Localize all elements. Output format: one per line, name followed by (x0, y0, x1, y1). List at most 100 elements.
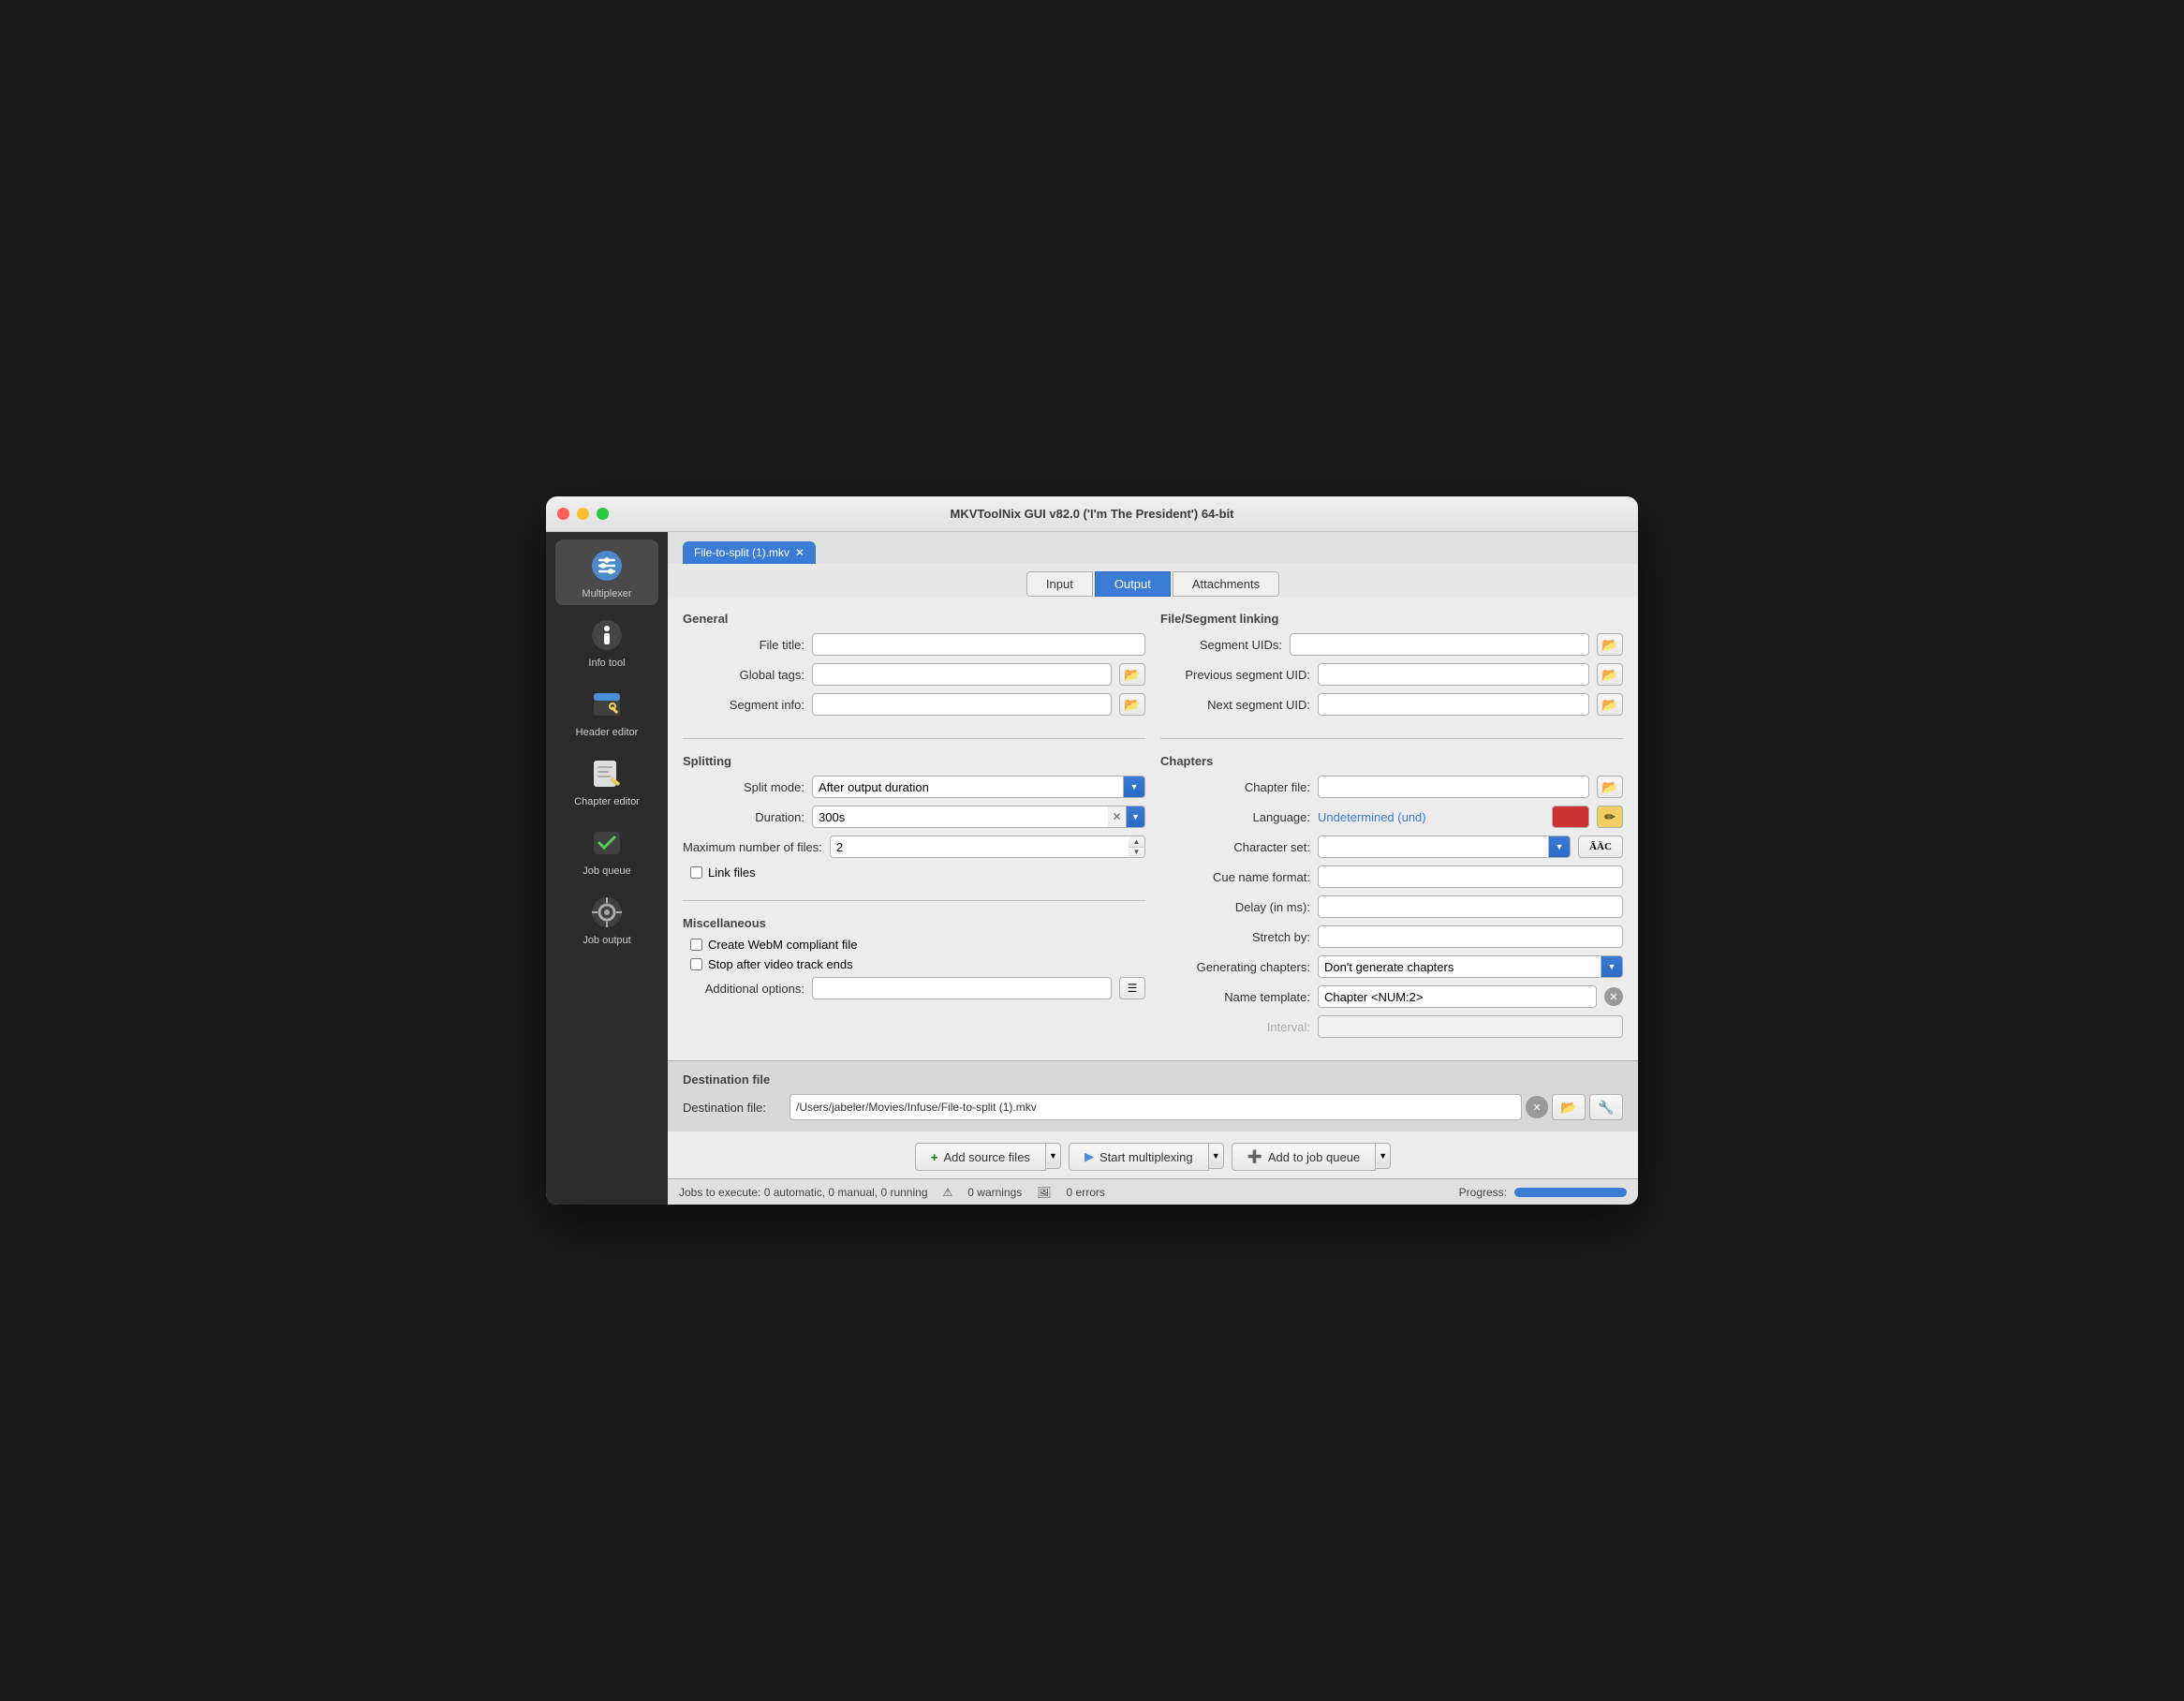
add-source-files-arrow-button[interactable]: ▼ (1046, 1143, 1061, 1169)
destination-row: Destination file: ✕ 📂 🔧 (683, 1094, 1623, 1120)
max-files-label: Maximum number of files: (683, 840, 822, 854)
warnings-count: 0 warnings (967, 1186, 1022, 1199)
segment-info-label: Segment info: (683, 698, 804, 712)
stop-video-checkbox[interactable] (690, 958, 702, 970)
delay-input[interactable] (1318, 895, 1623, 918)
sidebar-item-multiplexer[interactable]: Multiplexer (555, 540, 658, 605)
language-edit-button[interactable]: ✏ (1597, 806, 1623, 828)
close-button[interactable] (557, 508, 569, 520)
prev-segment-uid-input[interactable] (1318, 663, 1589, 686)
generating-chapters-control: ▼ (1318, 955, 1623, 978)
sidebar-item-job-output[interactable]: Job output (555, 886, 658, 952)
duration-input[interactable] (812, 806, 1108, 828)
split-mode-input[interactable] (812, 776, 1123, 798)
divider-2 (683, 900, 1145, 901)
global-tags-label: Global tags: (683, 668, 804, 682)
chapters-title: Chapters (1160, 754, 1623, 768)
sidebar-item-info-tool[interactable]: Info tool (555, 609, 658, 674)
chevron-down-icon: ▼ (1130, 782, 1139, 791)
next-segment-uid-folder-button[interactable]: 📂 (1597, 693, 1623, 716)
additional-options-input[interactable] (812, 977, 1112, 999)
generating-chapters-input[interactable] (1318, 955, 1601, 978)
list-icon: ☰ (1128, 982, 1138, 995)
add-to-job-queue-button[interactable]: ➕ Add to job queue (1232, 1143, 1377, 1171)
destination-path-input[interactable] (789, 1094, 1522, 1120)
segment-info-input[interactable] (812, 693, 1112, 716)
splitting-section: Splitting Split mode: ▼ Duration: (683, 754, 1145, 885)
miscellaneous-section: Miscellaneous Create WebM compliant file… (683, 916, 1145, 1007)
segment-info-folder-button[interactable]: 📂 (1119, 693, 1145, 716)
generating-chapters-label: Generating chapters: (1160, 960, 1310, 974)
tab-attachments[interactable]: Attachments (1173, 571, 1279, 597)
generating-chapters-row: Generating chapters: ▼ (1160, 955, 1623, 978)
max-files-down-button[interactable]: ▼ (1129, 848, 1144, 858)
maximize-button[interactable] (597, 508, 609, 520)
language-remove-button[interactable] (1552, 806, 1589, 828)
add-to-job-queue-arrow-button[interactable]: ▼ (1376, 1143, 1391, 1169)
jobs-status-text: Jobs to execute: 0 automatic, 0 manual, … (679, 1186, 928, 1199)
character-set-input[interactable] (1318, 836, 1548, 858)
pencil-icon: ✏ (1604, 809, 1616, 825)
destination-label: Destination file: (683, 1101, 786, 1115)
duration-control: ✕ ▼ (812, 806, 1145, 828)
language-row: Language: Undetermined (und) ✏ (1160, 806, 1623, 828)
name-template-input[interactable] (1318, 985, 1597, 1008)
titlebar-buttons (557, 508, 609, 520)
cue-name-format-input[interactable] (1318, 865, 1623, 888)
chapters-section: Chapters Chapter file: 📂 Language: Undet… (1160, 754, 1623, 1045)
max-files-input[interactable] (830, 836, 1129, 858)
add-source-files-button[interactable]: + Add source files (915, 1143, 1046, 1171)
destination-options-button[interactable]: 🔧 (1589, 1094, 1623, 1120)
file-title-input[interactable] (812, 633, 1145, 656)
duration-label: Duration: (683, 810, 804, 824)
split-mode-control: ▼ (812, 776, 1145, 798)
segment-uids-input[interactable] (1290, 633, 1589, 656)
max-files-control: ▲ ▼ (830, 836, 1145, 858)
sidebar-item-info-tool-label: Info tool (588, 658, 625, 669)
start-multiplexing-button[interactable]: ▶ Start multiplexing (1069, 1143, 1209, 1171)
duration-clear-button[interactable]: ✕ (1108, 806, 1127, 828)
chapter-file-input[interactable] (1318, 776, 1589, 798)
minimize-button[interactable] (577, 508, 589, 520)
nav-tabs: Input Output Attachments (668, 564, 1638, 597)
next-segment-uid-input[interactable] (1318, 693, 1589, 716)
file-tab[interactable]: File-to-split (1).mkv ✕ (683, 541, 816, 564)
max-files-up-button[interactable]: ▲ (1129, 836, 1144, 848)
sidebar-item-job-output-label: Job output (583, 935, 630, 946)
duration-dropdown-button[interactable]: ▼ (1127, 806, 1145, 828)
sidebar-item-chapter-editor[interactable]: Chapter editor (555, 747, 658, 813)
prev-segment-uid-folder-button[interactable]: 📂 (1597, 663, 1623, 686)
link-files-checkbox[interactable] (690, 866, 702, 879)
language-link[interactable]: Undetermined (und) (1318, 810, 1426, 824)
chapter-file-folder-button[interactable]: 📂 (1597, 776, 1623, 798)
general-section: General File title: Global tags: 📂 (683, 612, 1145, 723)
stretch-by-input[interactable] (1318, 925, 1623, 948)
split-mode-dropdown-button[interactable]: ▼ (1123, 776, 1145, 798)
tab-output[interactable]: Output (1095, 571, 1171, 597)
general-title: General (683, 612, 1145, 626)
divider-1 (683, 738, 1145, 739)
character-set-control: ▼ (1318, 836, 1571, 858)
character-set-char-button[interactable]: ÃÄC (1578, 836, 1623, 858)
additional-options-list-button[interactable]: ☰ (1119, 977, 1145, 999)
file-tab-name: File-to-split (1).mkv (694, 546, 789, 559)
tab-input[interactable]: Input (1026, 571, 1093, 597)
folder-icon-5: 📂 (1601, 697, 1617, 713)
sidebar-item-job-queue[interactable]: Job queue (555, 817, 658, 882)
segment-uids-folder-button[interactable]: 📂 (1597, 633, 1623, 656)
create-webm-checkbox[interactable] (690, 939, 702, 951)
destination-clear-button[interactable]: ✕ (1526, 1096, 1548, 1118)
generating-chapters-dropdown-button[interactable]: ▼ (1601, 955, 1623, 978)
file-tab-close-button[interactable]: ✕ (795, 546, 804, 559)
start-multiplexing-arrow-button[interactable]: ▼ (1209, 1143, 1224, 1169)
error-icon: 🖼 (1037, 1186, 1051, 1199)
prev-segment-uid-row: Previous segment UID: 📂 (1160, 663, 1623, 686)
global-tags-input[interactable] (812, 663, 1112, 686)
app-window: MKVToolNix GUI v82.0 ('I'm The President… (546, 496, 1638, 1205)
action-buttons-bar: + Add source files ▼ ▶ Start multiplexin… (668, 1132, 1638, 1178)
name-template-clear-button[interactable]: ✕ (1604, 987, 1623, 1006)
character-set-dropdown-button[interactable]: ▼ (1548, 836, 1571, 858)
sidebar-item-header-editor[interactable]: Header editor (555, 678, 658, 744)
destination-folder-button[interactable]: 📂 (1552, 1094, 1586, 1120)
global-tags-folder-button[interactable]: 📂 (1119, 663, 1145, 686)
